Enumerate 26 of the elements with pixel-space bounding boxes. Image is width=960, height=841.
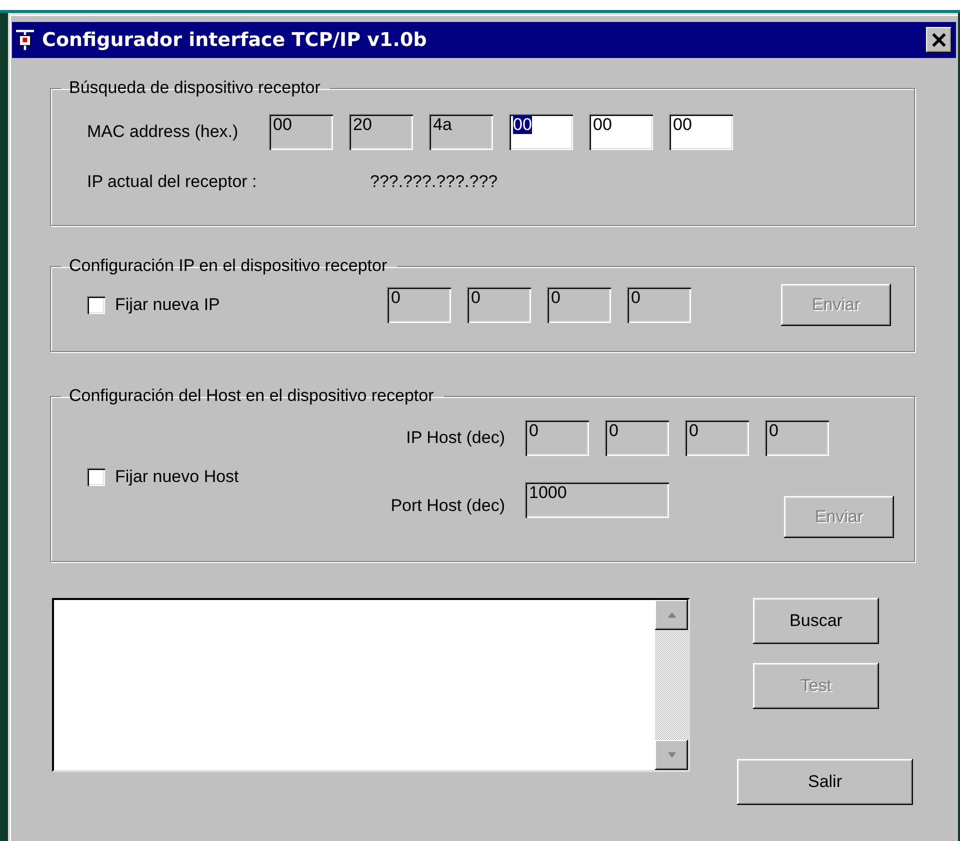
scrollbar[interactable]: [655, 600, 688, 770]
group-title: Configuración del Host en el dispositivo receptor: [68, 386, 435, 406]
close-button[interactable]: [926, 27, 952, 53]
checkbox-icon[interactable]: [87, 468, 105, 486]
window-title: Configurador interface TCP/IP v1.0b: [42, 29, 428, 51]
ip-label: IP actual del receptor :: [87, 172, 258, 192]
action-button[interactable]: Buscar: [753, 598, 879, 644]
input-field[interactable]: 00: [669, 114, 733, 150]
input-field[interactable]: 00: [589, 114, 653, 150]
checkbox[interactable]: Fijar nuevo Host: [87, 467, 367, 487]
mac-label: MAC address (hex.): [87, 122, 240, 142]
ip-host-label: IP Host (dec): [405, 428, 506, 448]
checkbox[interactable]: Fijar nueva IP: [87, 295, 387, 315]
input-field[interactable]: 00: [509, 114, 573, 150]
group-title: Búsqueda de dispositivo receptor: [68, 78, 322, 98]
group-title: Configuración IP en el dispositivo receptor: [68, 256, 388, 276]
checkbox-icon[interactable]: [87, 296, 105, 314]
scroll-up-icon[interactable]: [655, 600, 688, 630]
port-host-label: Port Host (dec): [390, 496, 506, 516]
close-icon: [932, 33, 946, 47]
checkbox-label: Fijar nuevo Host: [115, 467, 239, 487]
plug-icon: [16, 29, 34, 51]
action-button[interactable]: Salir: [737, 759, 913, 805]
scroll-down-icon[interactable]: [655, 740, 688, 770]
checkbox-label: Fijar nueva IP: [115, 295, 220, 315]
ip-value: ???.???.???.???: [370, 172, 498, 192]
